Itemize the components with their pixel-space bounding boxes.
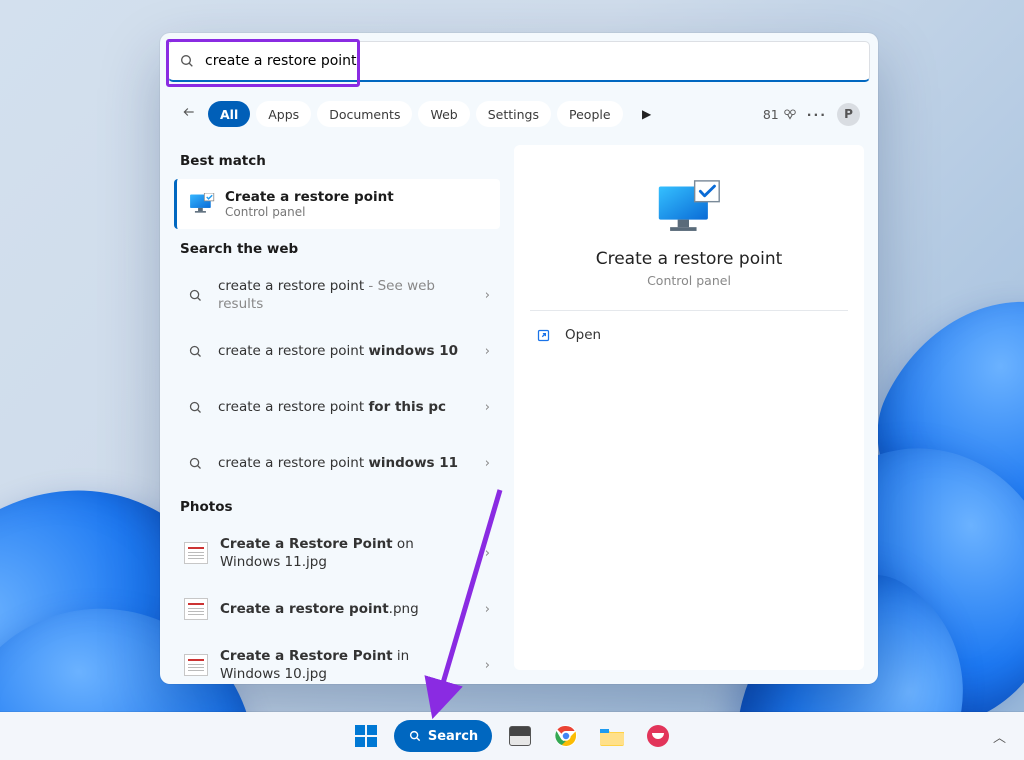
- photo-result-text: Create a restore point.png: [220, 600, 473, 618]
- section-search-web: Search the web: [174, 233, 500, 267]
- filter-tabs: All Apps Documents Web Settings People F…: [208, 101, 628, 127]
- taskbar: Search ︿: [0, 712, 1024, 760]
- search-icon: [184, 400, 206, 415]
- search-input[interactable]: [203, 52, 859, 70]
- task-view-icon: [509, 726, 531, 746]
- web-result[interactable]: create a restore point windows 10 ›: [174, 323, 500, 379]
- web-result-text: create a restore point for this pc: [218, 398, 473, 416]
- profile-avatar[interactable]: P: [837, 103, 860, 126]
- more-options-button[interactable]: ···: [807, 107, 827, 122]
- show-hidden-icons-button[interactable]: ︿: [993, 727, 1006, 746]
- web-result-text: create a restore point windows 10: [218, 342, 473, 360]
- open-label: Open: [565, 327, 601, 343]
- open-action[interactable]: Open: [530, 317, 848, 353]
- search-panel: All Apps Documents Web Settings People F…: [160, 33, 878, 684]
- taskbar-search-button[interactable]: Search: [394, 720, 492, 752]
- chevron-right-icon: ›: [485, 546, 490, 561]
- photo-result-text: Create a Restore Point on Windows 11.jpg: [220, 535, 473, 571]
- open-icon: [536, 328, 551, 343]
- filter-all[interactable]: All: [208, 101, 250, 127]
- chevron-right-icon: ›: [485, 344, 490, 359]
- web-result-text: create a restore point - See web results: [218, 277, 473, 313]
- web-result[interactable]: create a restore point for this pc ›: [174, 379, 500, 435]
- photo-result-text: Create a Restore Point in Windows 10.jpg: [220, 647, 473, 683]
- back-button[interactable]: [178, 105, 200, 123]
- web-result-text: create a restore point windows 11: [218, 454, 473, 472]
- filter-bar: All Apps Documents Web Settings People F…: [178, 97, 860, 131]
- folder-icon: [599, 725, 625, 747]
- chevron-right-icon: ›: [485, 288, 490, 303]
- search-icon: [184, 344, 206, 359]
- chrome-icon: [554, 724, 578, 748]
- filter-settings[interactable]: Settings: [476, 101, 551, 127]
- section-photos: Photos: [174, 491, 500, 525]
- image-thumbnail-icon: [184, 598, 208, 620]
- best-match-title: Create a restore point: [225, 189, 394, 205]
- windows-logo-icon: [355, 725, 377, 747]
- preview-title: Create a restore point: [530, 249, 848, 269]
- best-match-subtitle: Control panel: [225, 205, 394, 219]
- section-best-match: Best match: [174, 145, 500, 179]
- monitor-icon: [189, 193, 215, 215]
- search-icon: [184, 456, 206, 471]
- filter-people[interactable]: People: [557, 101, 623, 127]
- filter-web[interactable]: Web: [418, 101, 469, 127]
- taskbar-search-label: Search: [428, 729, 478, 744]
- filter-apps[interactable]: Apps: [256, 101, 311, 127]
- desktop: All Apps Documents Web Settings People F…: [0, 0, 1024, 760]
- chevron-right-icon: ›: [485, 456, 490, 471]
- task-view-button[interactable]: [502, 718, 538, 754]
- search-box[interactable]: [168, 41, 870, 82]
- start-button[interactable]: [348, 718, 384, 754]
- preview-app-icon: [655, 179, 723, 237]
- image-thumbnail-icon: [184, 654, 208, 676]
- filter-documents[interactable]: Documents: [317, 101, 412, 127]
- photo-result[interactable]: Create a Restore Point on Windows 11.jpg…: [174, 525, 500, 581]
- pinned-app-button[interactable]: [640, 718, 676, 754]
- photo-result[interactable]: Create a restore point.png ›: [174, 581, 500, 637]
- divider: [530, 310, 848, 311]
- rewards-points[interactable]: 81: [763, 107, 797, 122]
- results-column: Best match Create a restore point Contro…: [174, 145, 500, 670]
- best-match-result[interactable]: Create a restore point Control panel: [174, 179, 500, 229]
- search-icon: [184, 288, 206, 303]
- image-thumbnail-icon: [184, 542, 208, 564]
- search-icon: [408, 729, 422, 743]
- web-result[interactable]: create a restore point windows 11 ›: [174, 435, 500, 491]
- scroll-filters-button[interactable]: ▶: [636, 107, 657, 121]
- preview-pane: Create a restore point Control panel Ope…: [514, 145, 864, 670]
- chrome-button[interactable]: [548, 718, 584, 754]
- chevron-right-icon: ›: [485, 400, 490, 415]
- preview-subtitle: Control panel: [530, 273, 848, 288]
- photo-result[interactable]: Create a Restore Point in Windows 10.jpg…: [174, 637, 500, 693]
- web-result[interactable]: create a restore point - See web results…: [174, 267, 500, 323]
- chevron-right-icon: ›: [485, 602, 490, 617]
- app-icon: [647, 725, 669, 747]
- file-explorer-button[interactable]: [594, 718, 630, 754]
- chevron-right-icon: ›: [485, 658, 490, 673]
- search-icon: [179, 53, 195, 69]
